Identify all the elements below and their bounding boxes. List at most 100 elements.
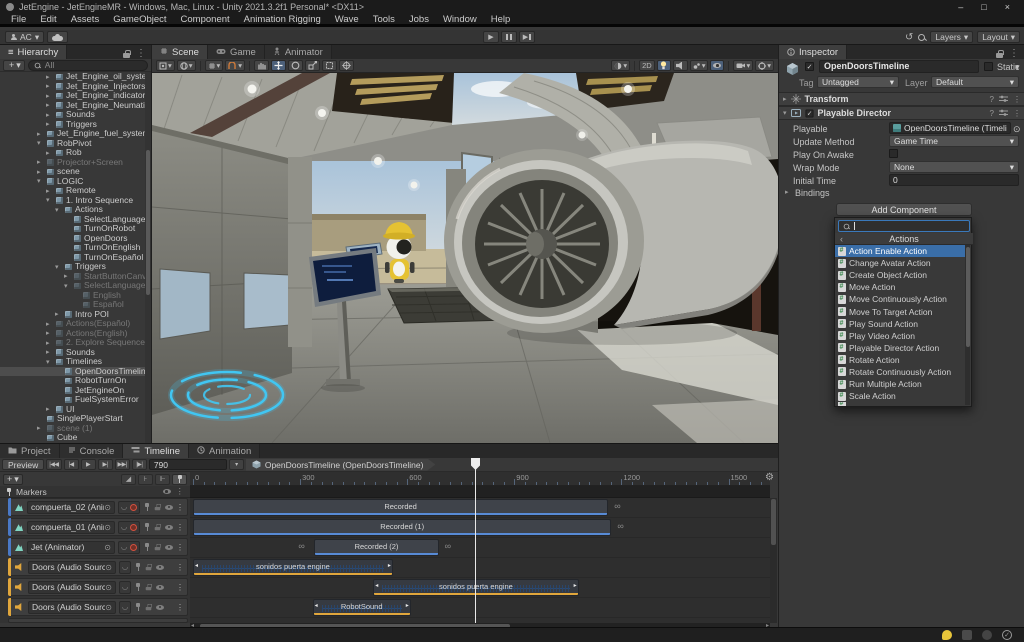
tree-arrow-icon[interactable]: ▾ <box>46 358 50 367</box>
pin-icon[interactable] <box>144 543 150 551</box>
component-item-action-enable-action[interactable]: Action Enable Action <box>835 245 967 257</box>
presets-icon[interactable] <box>999 109 1008 117</box>
clips-area[interactable]: Recorded ∞Recorded (1) ∞Recorded (2) ∞∞s… <box>190 498 770 623</box>
component-item-play-sound-action[interactable]: Play Sound Action <box>835 318 967 330</box>
timeline-ruler[interactable]: 030060090012001500 <box>190 472 770 486</box>
play-on-awake-checkbox[interactable] <box>889 149 898 158</box>
layers-dropdown[interactable]: Layers▾ <box>930 31 973 43</box>
record-button[interactable] <box>130 504 137 511</box>
timeline-vscrollbar[interactable] <box>770 498 777 623</box>
clip-trim-left-icon[interactable]: ◂ <box>315 602 318 609</box>
tree-arrow-icon[interactable]: ▸ <box>46 92 50 101</box>
account-button[interactable]: AC ▾ <box>5 31 44 43</box>
tree-arrow-icon[interactable]: ▸ <box>46 82 50 91</box>
tree-arrow-icon[interactable]: ▸ <box>64 272 68 281</box>
help-icon[interactable]: ? <box>990 95 994 104</box>
component-item-partial[interactable] <box>835 402 967 406</box>
foldout-icon[interactable]: ▸ <box>783 95 787 103</box>
eye-icon[interactable] <box>156 585 164 590</box>
hierarchy-item-cube[interactable]: Cube <box>0 433 146 443</box>
menu-edit[interactable]: Edit <box>33 14 63 25</box>
undo-history-icon[interactable]: ↺ <box>905 32 913 43</box>
clip-robotsound[interactable]: RobotSound ◂ ▸ <box>313 599 411 616</box>
track-header-doors-audio-source-[interactable]: Doors (Audio Source)⊙ ◡ ⋮ <box>8 558 188 576</box>
kebab-menu-icon[interactable]: ⋮ <box>136 48 146 59</box>
hierarchy-scrollbar[interactable] <box>145 72 151 443</box>
kebab-menu-icon[interactable]: ⋮ <box>176 523 187 532</box>
move-tool[interactable] <box>271 60 286 71</box>
component-search-field[interactable] <box>838 220 970 232</box>
clip-trim-right-icon[interactable]: ▸ <box>406 602 409 609</box>
tree-arrow-icon[interactable]: ▸ <box>37 168 41 177</box>
curves-toggle-icon[interactable]: ◡ <box>122 583 128 591</box>
playable-object-field[interactable]: OpenDoorsTimeline (Timeline Asse <box>889 122 1011 134</box>
foldout-icon[interactable]: ▾ <box>783 109 787 117</box>
cache-server-icon[interactable] <box>962 630 972 640</box>
clip-trim-left-icon[interactable]: ◂ <box>375 582 378 589</box>
track-name-field[interactable]: compuerta_02 (Anim⊙ <box>27 501 115 514</box>
pin-icon[interactable] <box>144 503 150 511</box>
code-optimization-icon[interactable]: ✓ <box>1002 630 1012 640</box>
track-header-doors-audio-source-[interactable]: Doors (Audio Source)⊙ ◡ ⋮ <box>8 578 188 596</box>
tree-arrow-icon[interactable]: ▸ <box>55 310 59 319</box>
layout-dropdown[interactable]: Layout▾ <box>977 31 1020 43</box>
tree-arrow-icon[interactable]: ▸ <box>46 101 50 110</box>
clip-trim-left-icon[interactable]: ◂ <box>195 562 198 569</box>
object-picker-icon[interactable]: ⊙ <box>105 602 112 613</box>
show-markers-toggle[interactable] <box>172 474 187 485</box>
cloud-button[interactable] <box>47 31 68 43</box>
component-item-change-avatar-action[interactable]: Change Avatar Action <box>835 257 967 269</box>
tab-inspector[interactable]: Inspector <box>779 45 847 59</box>
lock-icon[interactable] <box>146 604 152 610</box>
lock-icon[interactable] <box>155 524 161 530</box>
record-button[interactable] <box>130 524 137 531</box>
tab-project[interactable]: Project <box>0 444 60 458</box>
timeline-breadcrumb[interactable]: OpenDoorsTimeline (OpenDoorsTimeline) <box>246 459 436 471</box>
menu-gameobject[interactable]: GameObject <box>106 14 173 25</box>
track-name-field[interactable]: compuerta_01 (Anim⊙ <box>27 521 115 534</box>
search-icon[interactable] <box>917 33 926 42</box>
track-lane[interactable] <box>190 538 770 557</box>
kebab-menu-icon[interactable]: ⋮ <box>176 583 187 592</box>
object-picker-icon[interactable]: ⊙ <box>104 502 111 513</box>
lock-icon[interactable] <box>146 584 152 590</box>
2d-toggle[interactable]: 2D <box>639 60 655 71</box>
component-item-move-to-target-action[interactable]: Move To Target Action <box>835 305 967 317</box>
record-button[interactable] <box>130 544 137 551</box>
curves-toggle-icon[interactable]: ◡ <box>121 523 127 531</box>
tree-arrow-icon[interactable]: ▸ <box>46 348 50 357</box>
wrap-mode-dropdown[interactable]: None▾ <box>889 161 1019 173</box>
tab-hierarchy[interactable]: ≡ Hierarchy <box>0 45 67 59</box>
eye-icon[interactable] <box>165 525 173 530</box>
component-item-rotate-continuously-action[interactable]: Rotate Continuously Action <box>835 366 967 378</box>
tab-animation[interactable]: Animation <box>189 444 260 458</box>
tree-arrow-icon[interactable]: ▾ <box>55 263 59 272</box>
component-item-play-video-action[interactable]: Play Video Action <box>835 330 967 342</box>
timeline-next-frame-button[interactable]: ▶| <box>98 459 113 470</box>
grid-snap-toggle[interactable]: ▾ <box>205 60 224 71</box>
tree-arrow-icon[interactable]: ▸ <box>37 424 41 433</box>
tree-arrow-icon[interactable]: ▸ <box>46 320 50 329</box>
lock-icon[interactable] <box>996 50 1003 58</box>
static-checkbox[interactable] <box>984 62 993 71</box>
menu-animation-rigging[interactable]: Animation Rigging <box>237 14 328 25</box>
pin-icon[interactable] <box>135 563 141 571</box>
component-list-scrollbar[interactable] <box>965 245 970 405</box>
menu-tools[interactable]: Tools <box>366 14 402 25</box>
close-button[interactable]: × <box>1005 2 1010 12</box>
menu-component[interactable]: Component <box>174 14 237 25</box>
lock-icon[interactable] <box>146 564 152 570</box>
lock-icon[interactable] <box>123 50 130 58</box>
hierarchy-search-input[interactable]: All <box>28 60 148 71</box>
component-item-playable-director-action[interactable]: Playable Director Action <box>835 342 967 354</box>
kebab-menu-icon[interactable]: ⋮ <box>1013 109 1021 118</box>
kebab-menu-icon[interactable]: ⋮ <box>176 603 187 612</box>
component-item-create-object-action[interactable]: Create Object Action <box>835 269 967 281</box>
ripple-mode-button[interactable]: ⊦ <box>138 474 153 485</box>
tree-arrow-icon[interactable]: ▸ <box>46 149 50 158</box>
hierarchy-item-espa-ol[interactable]: Español <box>0 300 146 310</box>
tree-arrow-icon[interactable]: ▸ <box>46 339 50 348</box>
kebab-menu-icon[interactable]: ⋮ <box>1013 95 1021 104</box>
tree-arrow-icon[interactable]: ▸ <box>46 111 50 120</box>
menu-assets[interactable]: Assets <box>64 14 107 25</box>
